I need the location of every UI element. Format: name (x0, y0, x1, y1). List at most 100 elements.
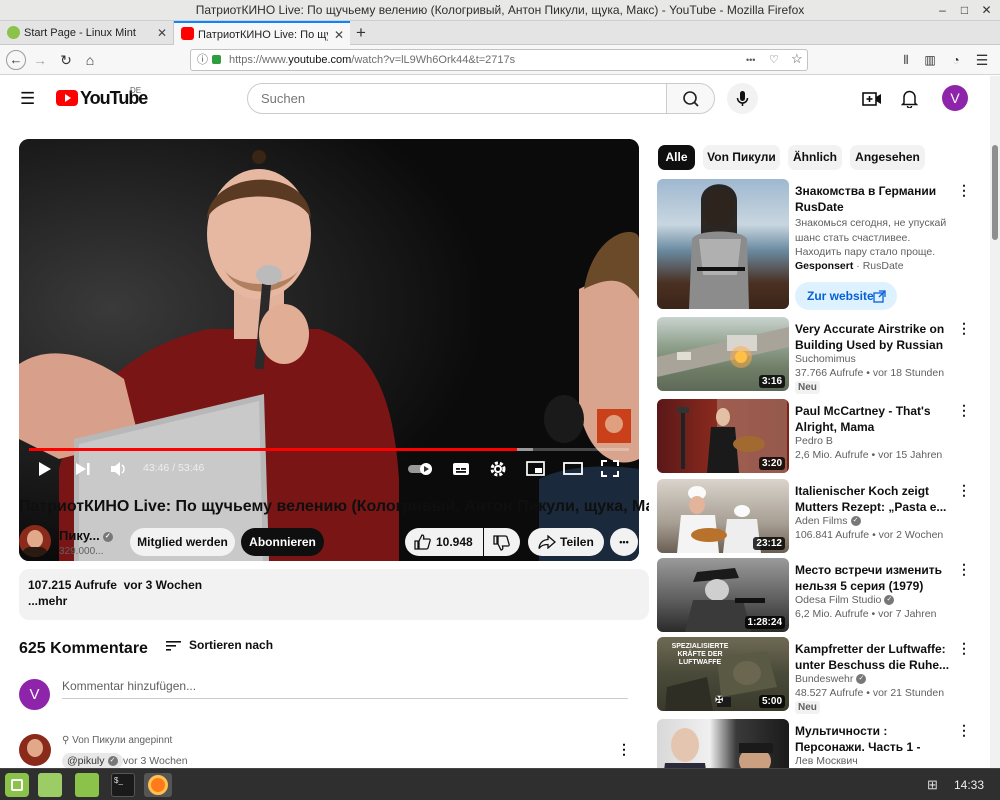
recommendation-item[interactable]: 1:28:24 Место встречи изменить нельзя 5 … (657, 558, 987, 632)
search-input[interactable]: Suchen (247, 83, 667, 114)
video-thumbnail[interactable]: 1:28:24 (657, 558, 789, 632)
maximize-icon[interactable]: □ (958, 4, 971, 17)
video-options-icon[interactable]: ⋮ (957, 483, 971, 497)
channel-avatar[interactable] (19, 525, 51, 557)
recommendation-item[interactable]: Мультичности : Персонажи. Часть 1 - Поли… (657, 719, 987, 768)
subtitles-icon[interactable] (452, 462, 470, 476)
clock[interactable]: 14:33 (954, 778, 984, 792)
firefox-taskbar-button[interactable] (144, 773, 172, 797)
theater-mode-icon[interactable] (563, 462, 583, 475)
close-icon[interactable]: ✕ (980, 4, 993, 17)
back-icon[interactable]: ← (6, 50, 26, 70)
join-button[interactable]: Mitglied werden (130, 528, 235, 556)
video-title[interactable]: Very Accurate Airstrike on Building Used… (795, 321, 960, 353)
share-button[interactable]: Teilen (528, 528, 604, 556)
network-icon[interactable]: ⊞ (927, 777, 938, 793)
sort-icon[interactable] (165, 639, 182, 653)
scrollbar-thumb[interactable] (992, 145, 998, 240)
ad-cta-button[interactable]: Zur website (795, 282, 897, 310)
recommendation-item[interactable]: 3:16 Very Accurate Airstrike on Building… (657, 317, 987, 394)
tab-close-icon[interactable]: ✕ (334, 23, 344, 45)
account-avatar[interactable]: V (942, 85, 968, 111)
channel-name[interactable]: Aden Films ✓ (795, 515, 861, 527)
sort-button[interactable]: Sortieren nach (189, 638, 273, 652)
chip-watched[interactable]: Angesehen (850, 145, 925, 170)
mint-menu-icon[interactable] (5, 773, 29, 797)
more-actions-button[interactable]: ••• (610, 528, 638, 556)
notifications-bell-icon[interactable] (901, 89, 918, 108)
ad-title[interactable]: Знакомства в Германии RusDate (795, 183, 945, 215)
fullscreen-icon[interactable] (601, 460, 619, 477)
sidebar-icon[interactable]: ▥ (920, 50, 940, 70)
show-desktop-icon[interactable] (38, 773, 62, 797)
account-icon[interactable]: ◔ (946, 50, 966, 70)
channel-name[interactable]: Odesa Film Studio ✓ (795, 594, 895, 606)
tab-start-page[interactable]: Start Page - Linux Mint ✕ (0, 21, 174, 45)
description-box[interactable]: 107.215 Aufrufe vor 3 Wochen ...mehr (19, 569, 649, 620)
comment-options-icon[interactable]: ⋮ (617, 742, 631, 756)
terminal-icon[interactable]: $_ (111, 773, 135, 797)
recommendation-item[interactable]: 3:20 Paul McCartney - That's Alright, Ma… (657, 399, 987, 473)
video-options-icon[interactable]: ⋮ (957, 641, 971, 655)
progress-track[interactable] (29, 448, 629, 451)
autoplay-toggle-icon[interactable] (407, 462, 435, 476)
show-more-link[interactable]: ...mehr (28, 594, 67, 608)
channel-name[interactable]: Bundeswehr ✓ (795, 673, 867, 685)
ad-options-icon[interactable]: ⋮ (957, 183, 971, 197)
channel-name[interactable]: Пику... ✓ (59, 528, 113, 543)
video-title[interactable]: Kampfretter der Luftwaffe: unter Beschus… (795, 641, 960, 673)
tab-close-icon[interactable]: ✕ (157, 21, 167, 45)
video-options-icon[interactable]: ⋮ (957, 321, 971, 335)
video-title[interactable]: Italienischer Koch zeigt Mutters Rezept:… (795, 483, 960, 515)
bookmark-star-icon[interactable]: ☆ (791, 49, 803, 69)
subscribe-button[interactable]: Abonnieren (241, 528, 324, 556)
pinned-comment-avatar[interactable] (19, 734, 51, 766)
video-title[interactable]: Место встречи изменить нельзя 5 серия (1… (795, 562, 960, 594)
recommendation-item[interactable]: SPEZIALISIERTE KRÄFTE DER LUFTWAFFE ✠ 5:… (657, 637, 987, 714)
recommendation-item[interactable]: 23:12 Italienischer Koch zeigt Mutters R… (657, 479, 987, 553)
video-options-icon[interactable]: ⋮ (957, 403, 971, 417)
youtube-logo-icon[interactable] (56, 90, 78, 106)
settings-gear-icon[interactable] (489, 460, 507, 478)
info-icon[interactable]: ⓘ (197, 50, 208, 70)
volume-icon[interactable] (110, 461, 128, 477)
create-video-icon[interactable] (862, 91, 882, 107)
new-tab-icon[interactable]: + (356, 23, 366, 43)
pocket-icon[interactable]: ♡ (769, 50, 779, 70)
forward-icon[interactable]: → (30, 50, 50, 70)
library-icon[interactable]: ⫴ (896, 50, 916, 70)
channel-name[interactable]: Suchomimus (795, 353, 856, 365)
video-options-icon[interactable]: ⋮ (957, 562, 971, 576)
video-thumbnail[interactable]: 3:16 (657, 317, 789, 391)
video-thumbnail[interactable] (657, 719, 789, 768)
pinned-comment-author[interactable]: @pikuly ✓ (62, 753, 123, 768)
like-button[interactable]: 10.948 (405, 528, 483, 556)
video-title[interactable]: Мультичности : Персонажи. Часть 1 - Поли… (795, 723, 960, 755)
play-icon[interactable] (38, 461, 52, 477)
video-thumbnail[interactable]: SPEZIALISIERTE KRÄFTE DER LUFTWAFFE ✠ 5:… (657, 637, 789, 711)
lock-icon[interactable] (212, 55, 221, 64)
tab-youtube[interactable]: ПатриотКИНО Live: По щуч ✕ (174, 21, 350, 45)
ad-thumbnail[interactable] (657, 179, 789, 309)
miniplayer-icon[interactable] (526, 461, 545, 476)
reload-icon[interactable]: ↻ (56, 50, 76, 70)
next-icon[interactable] (75, 462, 91, 476)
minimize-icon[interactable]: – (936, 4, 949, 17)
video-thumbnail[interactable]: 3:20 (657, 399, 789, 473)
video-title[interactable]: Paul McCartney - That's Alright, Mama (795, 403, 960, 435)
channel-name[interactable]: Pedro B (795, 435, 833, 447)
chip-from-channel[interactable]: Von Пикули (703, 145, 780, 170)
dislike-button[interactable] (484, 528, 520, 556)
comment-input[interactable]: Kommentar hinzufügen... (62, 677, 628, 699)
url-bar[interactable]: ⓘ https://www.youtube.com/watch?v=lL9Wh6… (190, 49, 808, 71)
video-options-icon[interactable]: ⋮ (957, 723, 971, 737)
menu-icon[interactable]: ☰ (972, 50, 992, 70)
channel-name[interactable]: Лев Москвич (795, 755, 858, 767)
chip-related[interactable]: Ähnlich (788, 145, 842, 170)
page-actions-icon[interactable]: ••• (746, 50, 755, 70)
chip-all[interactable]: Alle (658, 145, 695, 170)
search-button[interactable] (666, 83, 715, 114)
page-scrollbar[interactable] (990, 76, 1000, 768)
hamburger-menu-icon[interactable]: ☰ (20, 90, 36, 107)
video-thumbnail[interactable]: 23:12 (657, 479, 789, 553)
